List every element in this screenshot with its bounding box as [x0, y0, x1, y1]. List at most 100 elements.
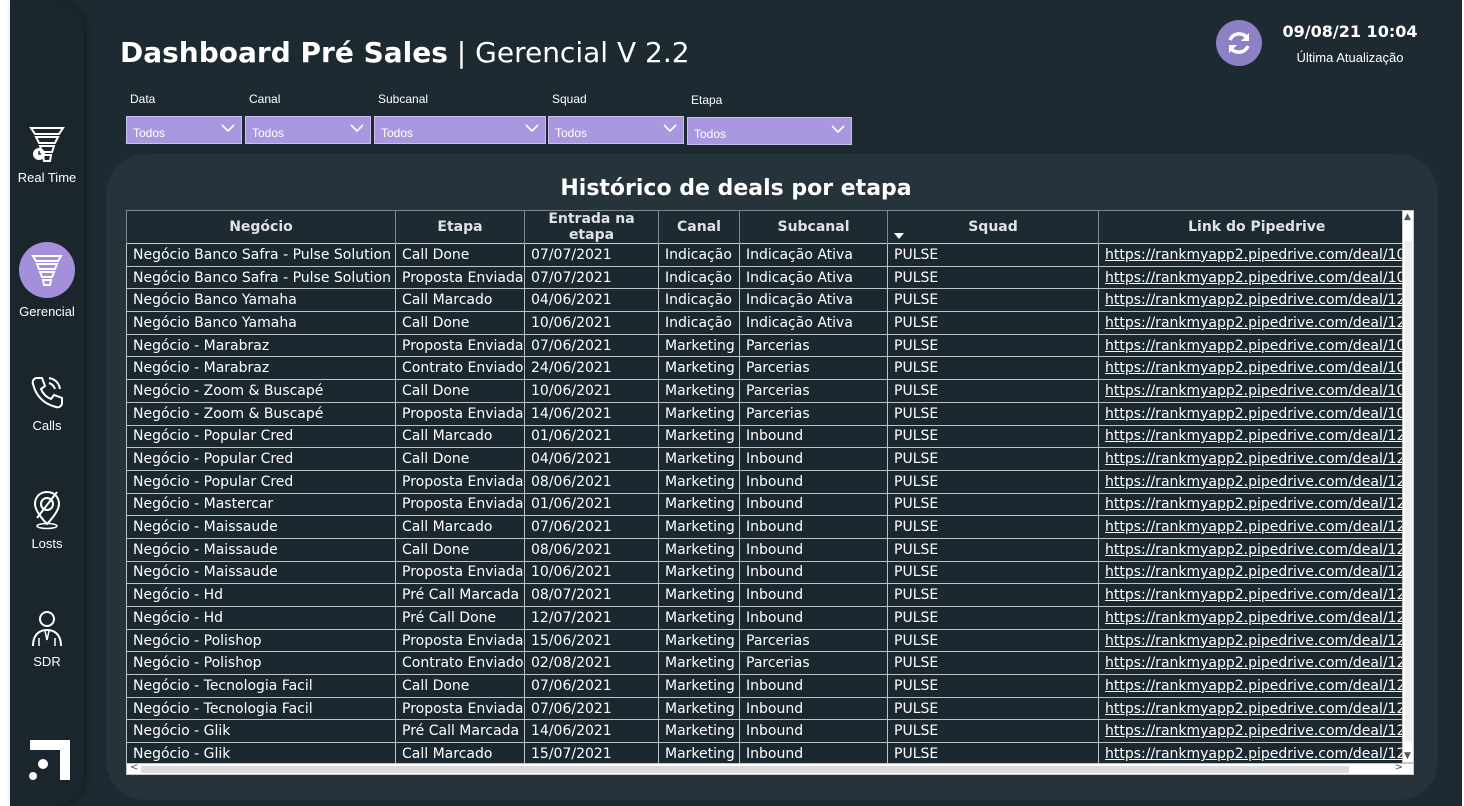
- table-row[interactable]: Negócio - Tecnologia Facil Proposta Envia…: [126, 696, 1414, 721]
- cell-canal: Marketing: [658, 356, 740, 381]
- cell-entrada: 08/06/2021: [524, 469, 659, 494]
- table-row[interactable]: Negócio - Popular Cred Call Done 04/06/202…: [126, 447, 1414, 471]
- table-row[interactable]: Negócio - Hd Pré Call Marcada 08/07/2021 Ma…: [126, 583, 1414, 607]
- scroll-left-icon[interactable]: <: [130, 762, 138, 773]
- table-row[interactable]: Negócio - Glik Call Marcado 15/07/2021 Mark…: [126, 742, 1414, 766]
- table-row[interactable]: Negócio - Zoom & Buscapé Proposta Enviada…: [126, 401, 1414, 426]
- sidebar-item-calls[interactable]: Calls: [10, 372, 84, 433]
- table-row[interactable]: Negócio - Mastercar Proposta Enviada 01/06…: [126, 492, 1414, 517]
- sidebar-item-sdr[interactable]: SDR: [10, 608, 84, 669]
- cell-link[interactable]: https://rankmyapp2.pipedrive.com/deal/12…: [1098, 311, 1414, 335]
- funnel-icon: [31, 255, 63, 286]
- cell-subcanal: Parcerias: [739, 333, 888, 358]
- cell-link[interactable]: https://rankmyapp2.pipedrive.com/deal/10…: [1098, 379, 1414, 403]
- sidebar-item-losts[interactable]: Losts: [10, 488, 84, 551]
- filter-squad-select[interactable]: Todos: [548, 116, 684, 144]
- cell-etapa: Call Marcado: [395, 515, 525, 539]
- table-row[interactable]: Negócio - Maissaude Call Done 08/06/2021 Ma…: [126, 537, 1414, 562]
- filter-label: Data: [130, 92, 156, 106]
- table-row[interactable]: Negócio - Popular Cred Call Marcado 01/06/…: [126, 424, 1414, 449]
- chevron-down-icon: [221, 124, 235, 133]
- table-row[interactable]: Negócio - Popular Cred Proposta Enviada 08…: [126, 469, 1414, 494]
- table-row[interactable]: Negócio - Marabraz Proposta Enviada 07/06/…: [126, 333, 1414, 358]
- table-row[interactable]: Negócio Banco Yamaha Call Marcado 04/06/20…: [126, 288, 1414, 313]
- filter-etapa-select[interactable]: Todos: [687, 117, 852, 145]
- horizontal-scrollbar[interactable]: < >: [126, 762, 1414, 775]
- column-header[interactable]: Link do Pipedrive: [1098, 210, 1414, 244]
- filter-canal-select[interactable]: Todos: [245, 116, 371, 144]
- column-header-label: Canal: [677, 219, 721, 235]
- column-header[interactable]: Negócio: [126, 210, 396, 244]
- cell-link[interactable]: https://rankmyapp2.pipedrive.com/deal/12…: [1098, 447, 1414, 471]
- table-row[interactable]: Negócio Banco Safra - Pulse Solution Prop…: [126, 265, 1414, 290]
- sidebar-item-label: Calls: [32, 418, 62, 433]
- cell-link[interactable]: https://rankmyapp2.pipedrive.com/deal/10…: [1098, 243, 1414, 267]
- scroll-right-icon[interactable]: >: [1395, 762, 1403, 773]
- column-header[interactable]: Subcanal: [739, 210, 888, 244]
- vertical-scrollbar[interactable]: ▲ ▼: [1402, 210, 1414, 763]
- cell-negocio: Negócio - Hd: [126, 606, 396, 630]
- cell-canal: Marketing: [658, 742, 740, 766]
- cell-link[interactable]: https://rankmyapp2.pipedrive.com/deal/12…: [1098, 515, 1414, 539]
- cell-canal: Marketing: [658, 560, 740, 585]
- table-row[interactable]: Negócio - Hd Pré Call Done 12/07/2021 Marke…: [126, 606, 1414, 630]
- cell-canal: Indicação: [658, 311, 740, 335]
- sidebar-item-gerencial[interactable]: Gerencial: [10, 242, 84, 319]
- cell-link[interactable]: https://rankmyapp2.pipedrive.com/deal/12…: [1098, 696, 1414, 721]
- chevron-down-icon: [663, 124, 677, 133]
- cell-link[interactable]: https://rankmyapp2.pipedrive.com/deal/12…: [1098, 606, 1414, 630]
- table-row[interactable]: Negócio - Marabraz Contrato Enviado 24/06/…: [126, 356, 1414, 381]
- cell-entrada: 15/06/2021: [524, 628, 659, 653]
- cell-squad: PULSE: [887, 560, 1099, 585]
- cell-link[interactable]: https://rankmyapp2.pipedrive.com/deal/12…: [1098, 492, 1414, 517]
- cell-link[interactable]: https://rankmyapp2.pipedrive.com/deal/12…: [1098, 628, 1414, 653]
- horizontal-scroll-thumb[interactable]: [141, 766, 1349, 773]
- column-header[interactable]: Squad: [887, 210, 1099, 244]
- cell-link[interactable]: https://rankmyapp2.pipedrive.com/deal/12…: [1098, 719, 1414, 744]
- scroll-up-icon[interactable]: ▲: [1404, 212, 1411, 222]
- cell-subcanal: Indicação Ativa: [739, 288, 888, 313]
- column-header[interactable]: Entrada na etapa: [524, 210, 659, 244]
- cell-entrada: 07/06/2021: [524, 674, 659, 698]
- cell-negocio: Negócio - Mastercar: [126, 492, 396, 517]
- table-row[interactable]: Negócio - Tecnologia Facil Call Done 07/06…: [126, 674, 1414, 698]
- column-header[interactable]: Etapa: [395, 210, 525, 244]
- table-row[interactable]: Negócio - Glik Pré Call Marcada 14/06/2021…: [126, 719, 1414, 744]
- cell-link[interactable]: https://rankmyapp2.pipedrive.com/deal/12…: [1098, 469, 1414, 494]
- table-row[interactable]: Negócio - Zoom & Buscapé Call Done 10/06/2…: [126, 379, 1414, 403]
- cell-link[interactable]: https://rankmyapp2.pipedrive.com/deal/12…: [1098, 560, 1414, 585]
- cell-link[interactable]: https://rankmyapp2.pipedrive.com/deal/12…: [1098, 742, 1414, 766]
- table-row[interactable]: Negócio - Polishop Proposta Enviada 15/06/…: [126, 628, 1414, 653]
- cell-link[interactable]: https://rankmyapp2.pipedrive.com/deal/10…: [1098, 333, 1414, 358]
- cell-link[interactable]: https://rankmyapp2.pipedrive.com/deal/12…: [1098, 537, 1414, 562]
- table-row[interactable]: Negócio Banco Yamaha Call Done 10/06/2021 I…: [126, 311, 1414, 335]
- cell-link[interactable]: https://rankmyapp2.pipedrive.com/deal/12…: [1098, 288, 1414, 313]
- cell-link[interactable]: https://rankmyapp2.pipedrive.com/deal/12…: [1098, 651, 1414, 676]
- table-row[interactable]: Negócio - Maissaude Call Marcado 07/06/202…: [126, 515, 1414, 539]
- cell-entrada: 07/07/2021: [524, 265, 659, 290]
- sidebar: Real Time Gerencial Calls Losts SDR: [10, 0, 84, 806]
- cell-link[interactable]: https://rankmyapp2.pipedrive.com/deal/12…: [1098, 583, 1414, 607]
- cell-link[interactable]: https://rankmyapp2.pipedrive.com/deal/12…: [1098, 674, 1414, 698]
- cell-negocio: Negócio - Polishop: [126, 651, 396, 676]
- scroll-down-icon[interactable]: ▼: [1404, 751, 1411, 761]
- column-header[interactable]: Canal: [658, 210, 740, 244]
- cell-canal: Marketing: [658, 469, 740, 494]
- vertical-scroll-thumb[interactable]: [1405, 241, 1412, 741]
- table-title: Histórico de deals por etapa: [560, 176, 912, 201]
- filter-subcanal-select[interactable]: Todos: [374, 116, 546, 144]
- table-row[interactable]: Negócio - Polishop Contrato Enviado 02/08/…: [126, 651, 1414, 676]
- refresh-button[interactable]: [1216, 20, 1262, 66]
- cell-link[interactable]: https://rankmyapp2.pipedrive.com/deal/10…: [1098, 401, 1414, 426]
- table-row[interactable]: Negócio - Maissaude Proposta Enviada 10/06…: [126, 560, 1414, 585]
- sort-descending-icon[interactable]: [894, 233, 904, 239]
- table-row[interactable]: Negócio Banco Safra - Pulse Solution Call…: [126, 243, 1414, 267]
- cell-canal: Marketing: [658, 379, 740, 403]
- cell-link[interactable]: https://rankmyapp2.pipedrive.com/deal/10…: [1098, 265, 1414, 290]
- cell-link[interactable]: https://rankmyapp2.pipedrive.com/deal/12…: [1098, 424, 1414, 449]
- cell-squad: PULSE: [887, 243, 1099, 267]
- filter-data-select[interactable]: Todos: [126, 116, 242, 144]
- cell-squad: PULSE: [887, 719, 1099, 744]
- cell-link[interactable]: https://rankmyapp2.pipedrive.com/deal/10…: [1098, 356, 1414, 381]
- deals-table: Negócio Etapa Entrada na etapa Canal Subcana…: [126, 210, 1414, 766]
